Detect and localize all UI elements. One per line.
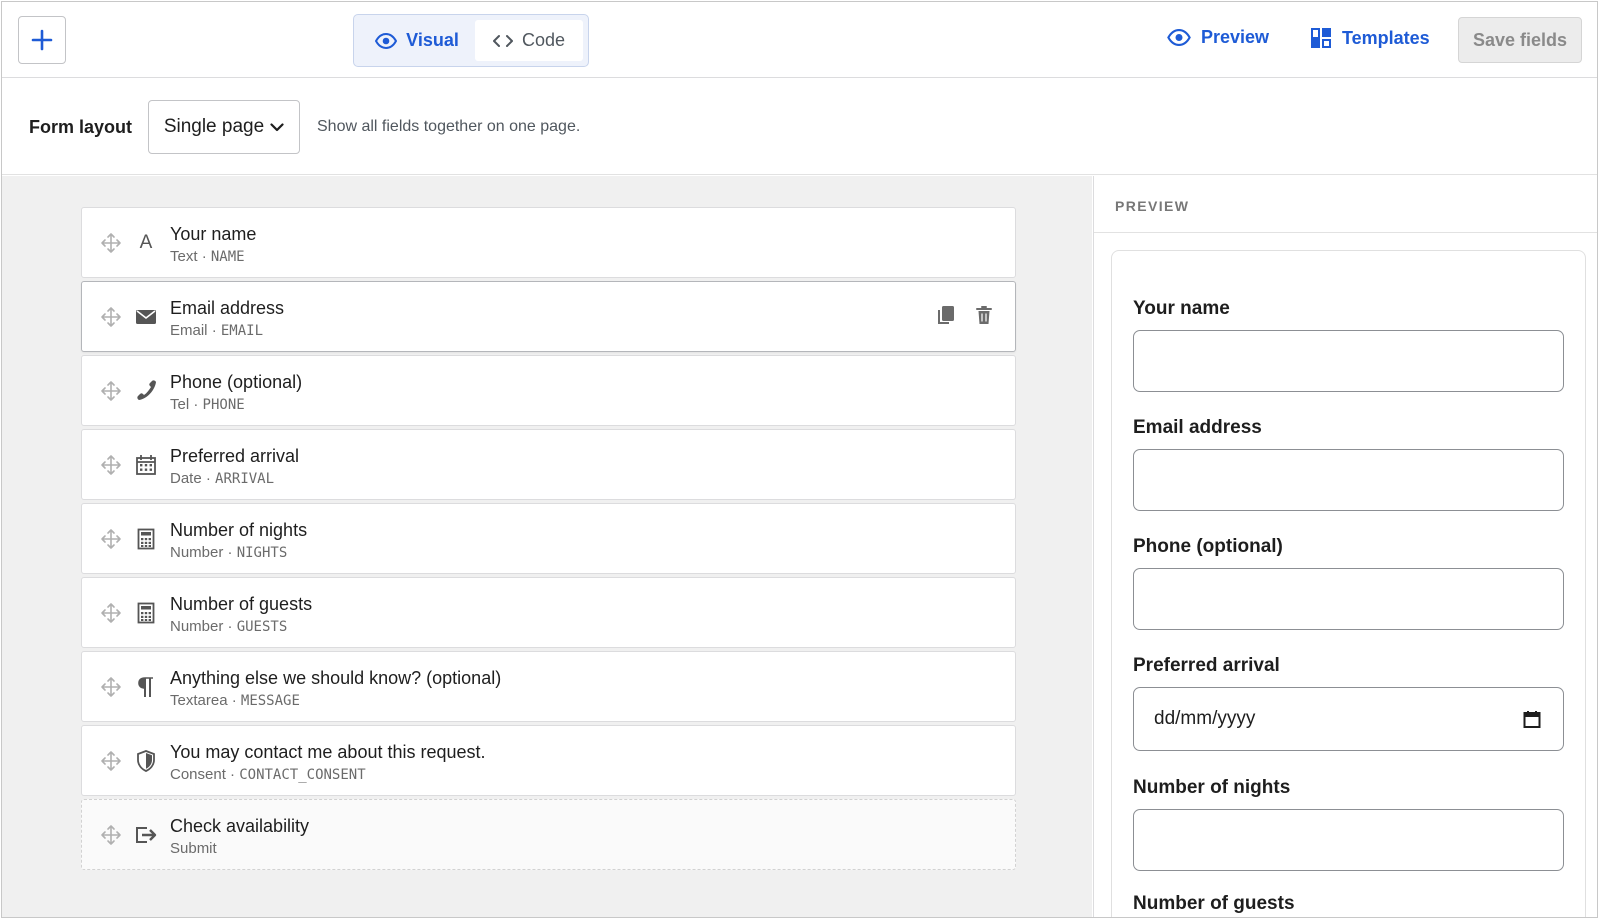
field-card[interactable]: Number of guests Number · GUESTS [81,577,1016,648]
preview-name-input[interactable] [1133,330,1564,392]
field-card[interactable]: You may contact me about this request. C… [81,725,1016,796]
preview-label: Your name [1133,298,1230,319]
add-field-button[interactable] [18,16,66,64]
chevron-down-icon [270,122,284,131]
field-meta: Email · EMAIL [170,322,264,339]
paragraph-icon [134,675,158,699]
drag-handle-icon[interactable] [100,750,122,772]
preview-label: Number of guests [1133,893,1295,914]
text-icon: A [139,232,153,253]
field-title: You may contact me about this request. [170,742,486,762]
envelope-icon [134,305,158,329]
templates-link-label: Templates [1342,27,1430,48]
field-title: Anything else we should know? (optional) [170,668,502,688]
field-card-selected[interactable]: Email address Email · EMAIL [81,281,1016,352]
mode-visual-button[interactable]: Visual [359,20,475,61]
phone-icon [134,379,158,403]
field-meta: Number · NIGHTS [170,544,288,561]
drag-handle-icon[interactable] [100,602,122,624]
code-icon [492,34,513,47]
field-title: Phone (optional) [170,372,303,392]
templates-link[interactable]: Templates [1310,27,1430,49]
preview-email-input[interactable] [1133,449,1564,511]
calculator-icon [134,527,158,551]
calculator-icon [134,601,158,625]
mode-visual-label: Visual [406,30,459,50]
field-meta: Consent · CONTACT_CONSENT [170,766,366,783]
field-card[interactable]: Anything else we should know? (optional)… [81,651,1016,722]
editor-mode-toggle: Visual Code [353,14,589,67]
drag-handle-icon[interactable] [100,824,122,846]
duplicate-icon[interactable] [937,305,955,325]
drag-handle-icon[interactable] [100,454,122,476]
form-layout-description: Show all fields together on one page. [317,118,581,135]
form-layout-row: Form layout Single page Show all fields … [2,79,1597,175]
field-meta: Text · NAME [170,248,245,265]
form-layout-selected-value: Single page [163,116,265,137]
field-title: Preferred arrival [170,446,300,466]
preview-nights-input[interactable] [1133,809,1564,871]
preview-heading: PREVIEW [1115,198,1190,214]
preview-link[interactable]: Preview [1167,27,1269,48]
preview-label: Email address [1133,417,1262,438]
field-meta: Number · GUESTS [170,618,288,635]
plus-icon [31,29,53,51]
field-card[interactable]: Number of nights Number · NIGHTS [81,503,1016,574]
preview-form: Your name Email address Phone (optional)… [1111,250,1586,917]
field-card[interactable]: Phone (optional) Tel · PHONE [81,355,1016,426]
preview-header: PREVIEW [1094,176,1597,233]
eye-icon [1167,29,1191,46]
mode-code-label: Code [521,30,566,50]
mode-code-button[interactable]: Code [475,20,583,61]
preview-label: Phone (optional) [1133,536,1283,557]
submit-icon [134,823,158,847]
trash-icon[interactable] [975,305,993,325]
eye-icon [375,32,398,49]
calendar-icon[interactable] [1523,710,1541,728]
preview-link-label: Preview [1201,27,1270,47]
calendar-icon [134,453,158,477]
field-actions [937,305,993,325]
drag-handle-icon[interactable] [100,232,122,254]
form-layout-label: Form layout [29,117,133,137]
top-toolbar: Visual Code Preview Templates Save field… [2,2,1597,78]
field-title: Number of nights [170,520,308,540]
field-meta: Tel · PHONE [170,396,245,413]
drag-handle-icon[interactable] [100,528,122,550]
preview-phone-input[interactable] [1133,568,1564,630]
save-fields-button[interactable]: Save fields [1458,17,1582,63]
drag-handle-icon[interactable] [100,380,122,402]
app-frame: Visual Code Preview Templates Save field… [1,1,1598,918]
field-title: Number of guests [170,594,313,614]
preview-arrival-date-input[interactable]: dd/mm/yyyy [1133,687,1564,751]
field-card-submit[interactable]: Check availability Submit [81,799,1016,870]
field-title: Your name [170,224,257,244]
preview-label: Number of nights [1133,777,1291,798]
field-title: Check availability [170,816,310,836]
preview-panel: PREVIEW Your name Email address Phone (o… [1093,176,1597,917]
fields-canvas: A Your name Text · NAME Email address Em… [2,176,1092,917]
field-meta: Date · ARRIVAL [170,470,275,487]
drag-handle-icon[interactable] [100,676,122,698]
field-card[interactable]: Preferred arrival Date · ARRIVAL [81,429,1016,500]
form-layout-select[interactable]: Single page [148,100,300,154]
field-meta: Submit [170,840,217,857]
templates-grid-icon [1311,28,1331,48]
shield-icon [134,749,158,773]
date-placeholder: dd/mm/yyyy [1154,708,1256,729]
field-card[interactable]: A Your name Text · NAME [81,207,1016,278]
drag-handle-icon[interactable] [100,306,122,328]
field-title: Email address [170,298,285,318]
field-meta: Textarea · MESSAGE [170,692,300,709]
preview-label: Preferred arrival [1133,655,1280,676]
